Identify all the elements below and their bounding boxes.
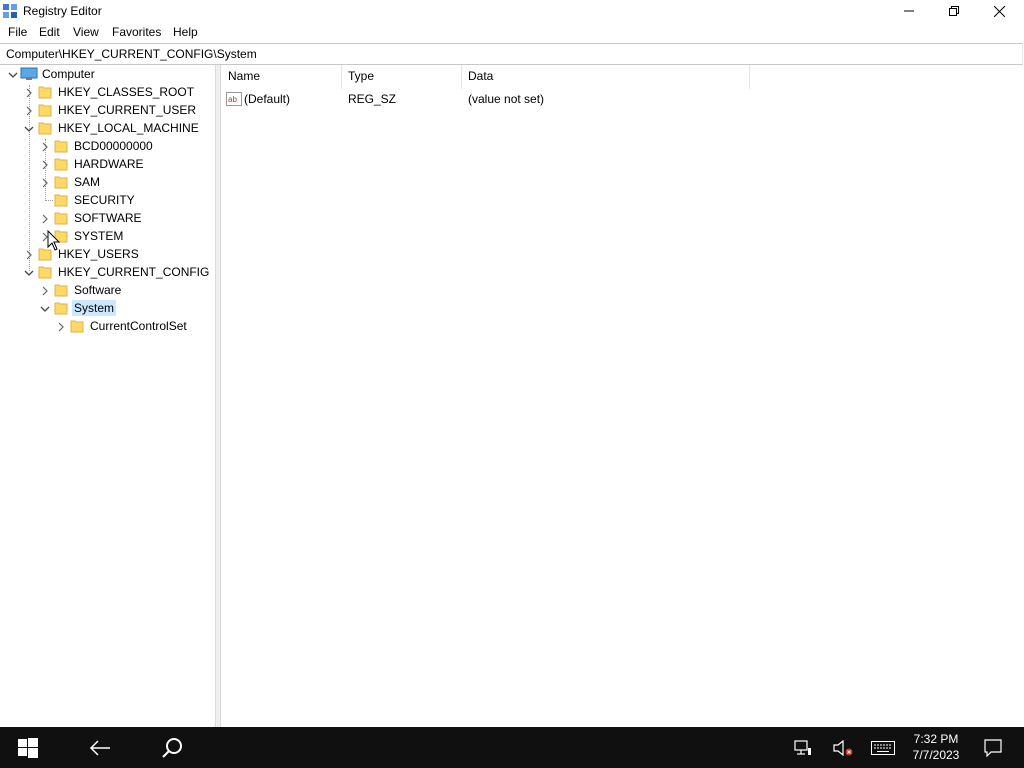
tree-label-bcd[interactable]: BCD00000000: [72, 138, 155, 154]
string-value-icon: ab: [226, 92, 242, 106]
notification-button[interactable]: [976, 727, 1010, 768]
network-button[interactable]: [788, 727, 818, 768]
column-header-data[interactable]: Data: [468, 69, 493, 89]
tree-label-hkcu[interactable]: HKEY_CURRENT_USER: [56, 102, 198, 118]
mouse-cursor-icon: [47, 230, 61, 251]
folder-icon: [38, 104, 52, 117]
folder-icon: [38, 266, 52, 279]
column-header-type[interactable]: Type: [348, 69, 374, 89]
table-row[interactable]: ab (Default) REG_SZ (value not set): [221, 90, 1021, 108]
chevron-down-icon[interactable]: [39, 303, 51, 315]
chevron-down-icon[interactable]: [7, 69, 19, 81]
close-icon: [993, 5, 1005, 17]
menu-view[interactable]: View: [72, 25, 100, 39]
menu-help[interactable]: Help: [172, 25, 199, 39]
tree-label-hkcr[interactable]: HKEY_CLASSES_ROOT: [56, 84, 196, 100]
chevron-right-icon[interactable]: [39, 177, 51, 189]
menu-file[interactable]: File: [7, 25, 28, 39]
menu-edit[interactable]: Edit: [38, 25, 61, 39]
volume-muted-icon: [833, 739, 853, 756]
tree-label-computer[interactable]: Computer: [40, 66, 97, 82]
chevron-right-icon[interactable]: [23, 105, 35, 117]
folder-icon: [38, 86, 52, 99]
svg-text:ab: ab: [228, 95, 237, 104]
minimize-icon: [904, 10, 914, 12]
tree-label-hardware[interactable]: HARDWARE: [72, 156, 146, 172]
registry-editor-icon: [3, 4, 17, 18]
folder-icon: [54, 176, 68, 189]
column-separator[interactable]: [749, 65, 750, 89]
search-button[interactable]: [148, 727, 196, 768]
tree-label-hkcc[interactable]: HKEY_CURRENT_CONFIG: [56, 264, 211, 280]
notification-icon: [984, 738, 1002, 757]
folder-open-icon: [54, 302, 68, 315]
back-button[interactable]: [76, 727, 124, 768]
chevron-right-icon[interactable]: [39, 285, 51, 297]
network-icon: [794, 739, 811, 755]
tree-label-software[interactable]: SOFTWARE: [72, 210, 144, 226]
folder-icon: [54, 140, 68, 153]
tree-pane[interactable]: Computer HKEY_CLASSES_ROOT HKEY_CURRENT_…: [0, 65, 216, 727]
chevron-right-icon[interactable]: [55, 321, 67, 333]
clock-time: 7:32 PM: [913, 732, 959, 746]
keyboard-button[interactable]: [866, 727, 900, 768]
restore-icon: [949, 6, 959, 16]
chevron-right-icon[interactable]: [23, 87, 35, 99]
column-separator[interactable]: [461, 65, 462, 89]
tree-label-currentcontrolset[interactable]: CurrentControlSet: [88, 318, 189, 334]
tree-label-system-selected[interactable]: System: [72, 300, 117, 316]
tree-label-security[interactable]: SECURITY: [72, 192, 137, 208]
chevron-down-icon[interactable]: [23, 267, 35, 279]
clock-date: 7/7/2023: [912, 748, 960, 762]
folder-icon: [54, 284, 68, 297]
chevron-right-icon[interactable]: [39, 159, 51, 171]
value-data: (value not set): [468, 92, 545, 106]
start-button[interactable]: [0, 727, 56, 768]
tree-label-sam[interactable]: SAM: [72, 174, 102, 190]
clock[interactable]: 7:32 PM 7/7/2023: [905, 731, 967, 763]
keyboard-icon: [871, 740, 895, 755]
window-title: Registry Editor: [23, 4, 102, 18]
tree-label-hklm[interactable]: HKEY_LOCAL_MACHINE: [56, 120, 201, 136]
address-bar[interactable]: Computer\HKEY_CURRENT_CONFIG\System: [0, 43, 1023, 65]
folder-icon: [70, 320, 84, 333]
tree-label-hku[interactable]: HKEY_USERS: [56, 246, 141, 262]
values-list-pane[interactable]: Name Type Data ab (Default) REG_SZ (valu…: [221, 65, 1024, 727]
search-icon: [162, 737, 182, 758]
tree-guide-line: [45, 200, 53, 201]
title-bar: Registry Editor: [0, 0, 1024, 24]
column-header-name[interactable]: Name: [228, 69, 260, 89]
tree-label-software-hkcc[interactable]: Software: [72, 282, 123, 298]
menu-favorites[interactable]: Favorites: [111, 25, 162, 39]
folder-icon: [54, 194, 68, 207]
column-separator[interactable]: [341, 65, 342, 89]
chevron-right-icon[interactable]: [23, 249, 35, 261]
value-name[interactable]: (Default): [244, 92, 290, 106]
value-type: REG_SZ: [348, 92, 397, 106]
chevron-right-icon[interactable]: [39, 141, 51, 153]
back-icon: [89, 739, 110, 756]
menu-bar: File Edit View Favorites Help: [0, 24, 1024, 42]
address-text[interactable]: Computer\HKEY_CURRENT_CONFIG\System: [6, 47, 257, 61]
chevron-right-icon[interactable]: [39, 213, 51, 225]
taskbar: 7:32 PM 7/7/2023: [0, 727, 1024, 768]
folder-icon: [54, 212, 68, 225]
minimize-button[interactable]: [886, 0, 932, 22]
close-button[interactable]: [976, 0, 1022, 22]
start-icon: [18, 737, 38, 758]
restore-button[interactable]: [931, 0, 977, 22]
volume-button[interactable]: [828, 727, 858, 768]
tree-label-system-hklm[interactable]: SYSTEM: [72, 228, 125, 244]
chevron-down-icon[interactable]: [23, 123, 35, 135]
folder-icon: [54, 158, 68, 171]
computer-icon: [20, 67, 38, 80]
folder-icon: [38, 122, 52, 135]
